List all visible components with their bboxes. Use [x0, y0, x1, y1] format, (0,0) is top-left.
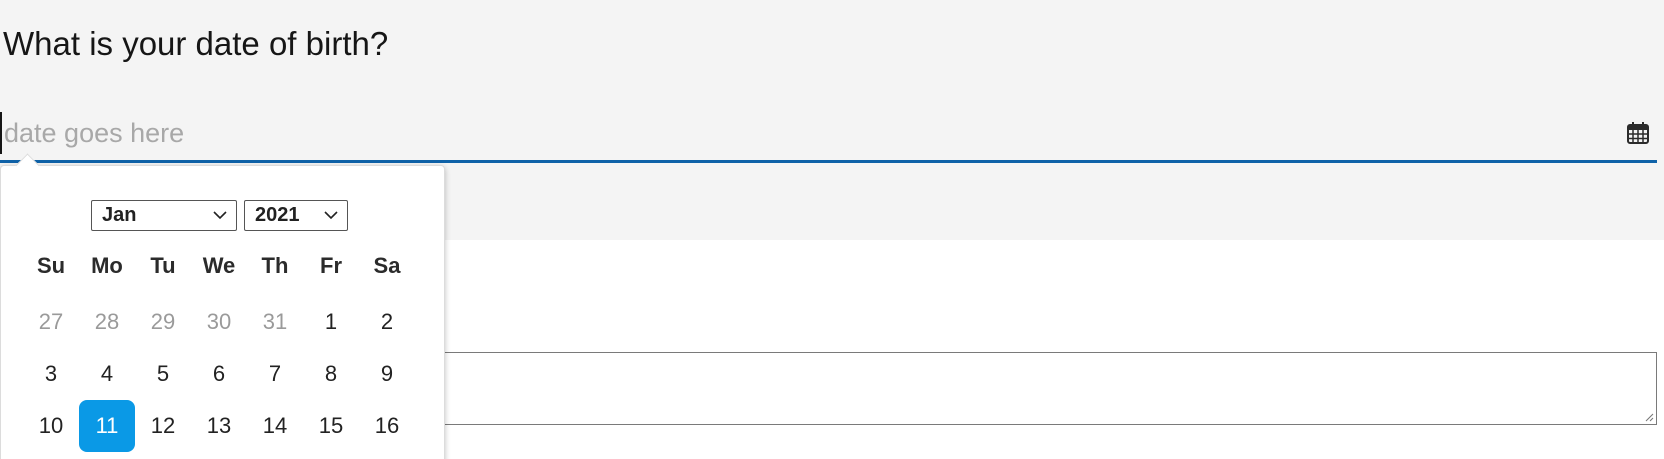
- day-cell[interactable]: 3: [23, 348, 79, 400]
- day-cell[interactable]: 4: [79, 348, 135, 400]
- day-cell[interactable]: 31: [247, 296, 303, 348]
- day-cell[interactable]: 2: [359, 296, 415, 348]
- day-cell-selected[interactable]: 11: [79, 400, 135, 452]
- weekday-label: Fr: [320, 253, 342, 278]
- question-label: What is your date of birth?: [3, 25, 389, 62]
- day-cell[interactable]: 6: [191, 348, 247, 400]
- day-cell[interactable]: 7: [247, 348, 303, 400]
- date-field: [0, 108, 1657, 163]
- day-cell[interactable]: 9: [359, 348, 415, 400]
- weekday-header: Su Mo Tu We Th Fr Sa: [23, 246, 423, 286]
- day-cell[interactable]: 5: [135, 348, 191, 400]
- day-cell[interactable]: 28: [79, 296, 135, 348]
- year-select[interactable]: 2021: [244, 200, 348, 231]
- day-cell[interactable]: 13: [191, 400, 247, 452]
- weekday-label: We: [202, 253, 236, 278]
- day-cell[interactable]: 30: [191, 296, 247, 348]
- date-input[interactable]: [0, 112, 1594, 154]
- day-cell[interactable]: 16: [359, 400, 415, 452]
- weekday-label: Sa: [373, 253, 401, 278]
- day-cell[interactable]: 29: [135, 296, 191, 348]
- day-cell[interactable]: 27: [23, 296, 79, 348]
- year-select-value: 2021: [255, 204, 300, 226]
- day-cell[interactable]: 1: [303, 296, 359, 348]
- day-cell[interactable]: 10: [23, 400, 79, 452]
- datepicker-popup: Jan 2021 Su Mo Tu We Th Fr Sa 27 28 29 3…: [0, 153, 445, 459]
- chevron-down-icon: [213, 211, 227, 220]
- day-cell[interactable]: 12: [135, 400, 191, 452]
- resize-grip-icon[interactable]: [1644, 412, 1654, 422]
- month-select-value: Jan: [102, 204, 137, 226]
- month-select[interactable]: Jan: [91, 200, 237, 231]
- day-cell[interactable]: 8: [303, 348, 359, 400]
- day-cell[interactable]: 15: [303, 400, 359, 452]
- weekday-label: Tu: [150, 253, 176, 278]
- chevron-down-icon: [324, 211, 338, 220]
- weekday-label: Th: [261, 253, 289, 278]
- weekday-label: Su: [36, 253, 66, 278]
- page: What is your date of birth? date goes he…: [0, 0, 1664, 459]
- day-cell[interactable]: 14: [247, 400, 303, 452]
- calendar-icon: [1627, 122, 1649, 144]
- weekday-label: Mo: [91, 253, 123, 278]
- calendar-button[interactable]: [1623, 118, 1653, 148]
